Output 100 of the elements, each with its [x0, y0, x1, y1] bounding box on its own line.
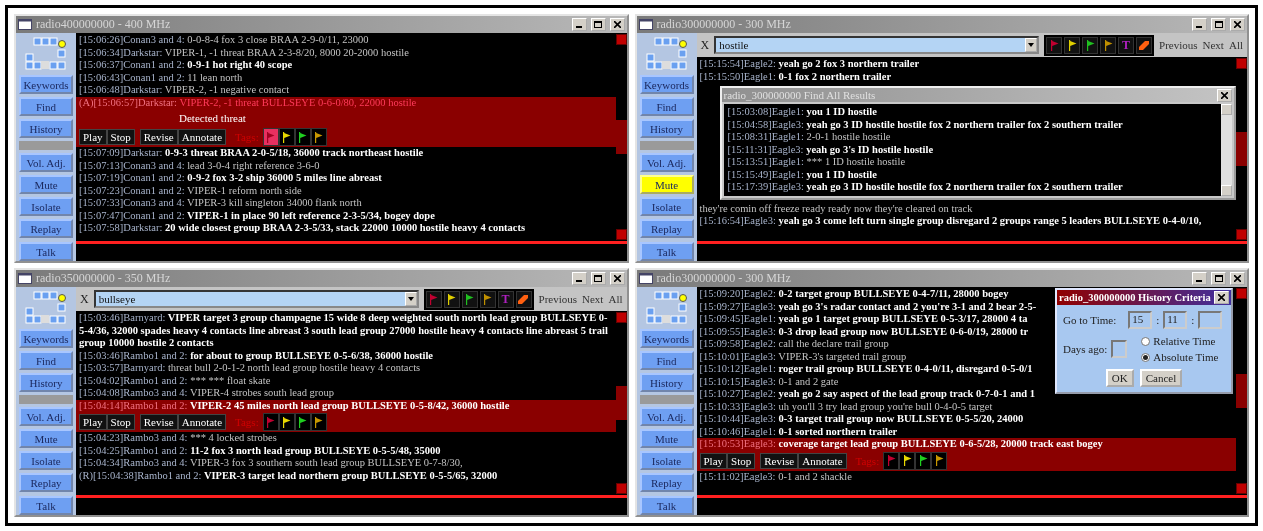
- talk-button[interactable]: Talk: [19, 496, 73, 515]
- talk-field[interactable]: [696, 241, 1247, 261]
- message-line[interactable]: [15:06:34]Darkstar: VIPER-1, -1 threat BRAA 2-3-8/20, 8000 20-2000 hostile: [79, 46, 613, 59]
- text-tag-button[interactable]: T: [1118, 36, 1135, 54]
- message-line[interactable]: [15:15:49]Eagle1: you 1 ID hostile: [727, 168, 1217, 181]
- scrollbar[interactable]: [1236, 287, 1247, 495]
- tag-button[interactable]: [461, 290, 478, 308]
- action-button[interactable]: Stop: [106, 414, 135, 430]
- message-line[interactable]: (A)[15:06:57]Darkstar: VIPER-2, -1 threat BULLSEYE 0-6-0/80, 22000 hostile: [79, 96, 613, 109]
- sidebar-button[interactable]: Vol. Adj.: [19, 153, 73, 172]
- message-line[interactable]: [15:06:43]Conan1 and 2: 11 lean north: [79, 71, 613, 84]
- message-line[interactable]: [15:08:31]Eagle1: 2-0-1 hostile hostile: [727, 131, 1217, 144]
- message-line[interactable]: [15:15:54]Eagle2: yeah go 2 fox 3 northern trailer: [699, 58, 1233, 71]
- message-line[interactable]: [15:04:23]Rambo3 and 4: *** 4 locked strobes: [79, 432, 613, 445]
- minutes-field[interactable]: 11: [1163, 311, 1188, 329]
- message-line[interactable]: [15:10:44]Eagle3: 0-3 target trail group now BULLSEYE 0-5-5/20, 24000: [699, 413, 1233, 426]
- radio-option[interactable]: Absolute Time: [1141, 351, 1219, 363]
- tag-button[interactable]: [931, 451, 948, 470]
- message-line[interactable]: [15:07:33]Conan3 and 4: VIPER-3 kill singleton 34000 flank north: [79, 197, 613, 210]
- clear-search-button[interactable]: X: [80, 291, 89, 307]
- scrollbar-thumb[interactable]: [1236, 374, 1247, 408]
- message-line[interactable]: [15:04:02]Rambo1 and 2: *** *** float skate: [79, 374, 613, 387]
- talk-button[interactable]: Talk: [639, 496, 694, 515]
- message-line[interactable]: [15:04:08]Rambo3 and 4: VIPER-4 strobes south lead group: [79, 387, 613, 400]
- action-button[interactable]: Annotate: [798, 452, 847, 469]
- close-button[interactable]: [1230, 272, 1245, 285]
- clear-search-button[interactable]: X: [700, 37, 710, 53]
- sidebar-button[interactable]: Mute: [639, 429, 694, 448]
- sidebar-button[interactable]: Vol. Adj.: [639, 153, 694, 172]
- action-button[interactable]: Play: [79, 129, 107, 145]
- seconds-field[interactable]: [1198, 311, 1223, 329]
- action-button[interactable]: Stop: [727, 452, 756, 469]
- tag-button[interactable]: [1136, 36, 1153, 54]
- close-button[interactable]: [609, 272, 625, 285]
- sidebar-button[interactable]: Mute: [19, 175, 73, 194]
- message-line[interactable]: [15:10:46]Eagle1: 0-1 sorted northern trailer: [699, 425, 1233, 438]
- tag-button[interactable]: [479, 290, 496, 308]
- nav-link[interactable]: All: [1228, 39, 1243, 51]
- action-button[interactable]: Revise: [139, 129, 178, 145]
- scrollbar[interactable]: [615, 33, 627, 241]
- tag-button[interactable]: [899, 451, 916, 470]
- scrollbar[interactable]: [1236, 57, 1247, 241]
- message-line[interactable]: [15:17:39]Eagle3: yeah go 3 ID hostile hostile fox 2 northern trailer fox 2 southern trailer: [727, 181, 1217, 194]
- message-line[interactable]: [15:06:48]Darkstar: VIPER-2, -1 negative contact: [79, 84, 613, 97]
- talk-field[interactable]: [76, 241, 627, 261]
- maximize-button[interactable]: [590, 272, 606, 285]
- sidebar-button[interactable]: Replay: [19, 219, 73, 238]
- message-line[interactable]: [15:10:53]Eagle3: coverage target lead group BULLSEYE 0-6-5/28, 20000 track east bogey: [699, 438, 1233, 451]
- sidebar-button[interactable]: Keywords: [639, 75, 694, 94]
- message-line[interactable]: [15:07:09]Darkstar: 0-9-3 threat BRAA 2-0-5/18, 36000 track northeast hostile: [79, 147, 613, 160]
- selected-message-row[interactable]: [15:04:14]Rambo1 and 2: VIPER-2 45 miles north lead group BULLSEYE 0-5-8/42, 36000 hostile Play Stop Revise Annotate Tags:: [76, 399, 616, 432]
- search-field[interactable]: hostile: [714, 36, 1040, 54]
- minimize-button[interactable]: [571, 18, 587, 31]
- sidebar-button[interactable]: Keywords: [639, 329, 694, 348]
- sidebar-button[interactable]: Find: [19, 97, 73, 116]
- sidebar-button[interactable]: Keywords: [19, 75, 73, 94]
- message-line[interactable]: [15:07:47]Conan1 and 2: VIPER-1 in place 90 left reference 2-3-5/34, bogey dope: [79, 209, 613, 222]
- sidebar-button[interactable]: Find: [19, 351, 73, 370]
- scrollbar-thumb[interactable]: [615, 120, 627, 154]
- days-field[interactable]: [1111, 340, 1128, 358]
- message-line[interactable]: they're comin off freeze ready ready now they're cleared on track: [699, 202, 1233, 215]
- message-line[interactable]: [15:07:19]Conan1 and 2: 0-9-2 fox 3-2 ship 36000 5 miles line abreast: [79, 172, 613, 185]
- talk-field[interactable]: [76, 495, 627, 515]
- tag-button[interactable]: [443, 290, 460, 308]
- sidebar-button[interactable]: Find: [639, 351, 694, 370]
- sidebar-button[interactable]: History: [19, 373, 73, 392]
- message-line[interactable]: [15:16:54]Eagle3: yeah go 3 come left turn single group disregard 2 groups range 5 leaders BULLSEYE 0-4-0/10,: [699, 215, 1233, 228]
- action-button[interactable]: Stop: [106, 129, 135, 145]
- message-line[interactable]: [15:15:50]Eagle1: 0-1 fox 2 northern trailer: [699, 70, 1233, 83]
- message-line[interactable]: [15:04:34]Rambo3 and 4: VIPER-3 fox 3 southern south lead group BULLSEYE 0-7-8/30,: [79, 457, 613, 470]
- message-line[interactable]: [15:13:51]Eagle1: *** 1 ID hostile hostile: [727, 156, 1217, 169]
- message-line[interactable]: [15:04:58]Eagle3: yeah go 3 ID hostile hostile fox 2 northern trailer fox 2 southern trailer: [727, 118, 1217, 131]
- message-line[interactable]: [15:07:23]Conan1 and 2: VIPER-1 reform north side: [79, 184, 613, 197]
- minimize-button[interactable]: [1192, 18, 1207, 31]
- hours-field[interactable]: 15: [1128, 311, 1153, 329]
- close-button[interactable]: [1217, 88, 1232, 102]
- nav-link[interactable]: Previous: [538, 293, 578, 305]
- sidebar-button[interactable]: Replay: [639, 219, 694, 238]
- action-button[interactable]: Revise: [139, 414, 178, 430]
- sidebar-button[interactable]: Replay: [639, 473, 694, 492]
- message-line[interactable]: [15:03:08]Eagle1: you 1 ID hostile: [727, 106, 1217, 119]
- close-button[interactable]: [1230, 18, 1245, 31]
- message-line[interactable]: [15:06:37]Conan1 and 2: 0-9-1 hot right 40 scope: [79, 59, 613, 72]
- talk-button[interactable]: Talk: [639, 242, 694, 261]
- tag-button[interactable]: [915, 451, 932, 470]
- sidebar-button[interactable]: Mute: [639, 175, 694, 194]
- action-button[interactable]: Revise: [760, 452, 799, 469]
- action-button[interactable]: Play: [699, 452, 728, 469]
- sidebar-button[interactable]: Isolate: [19, 197, 73, 216]
- tag-button[interactable]: [1082, 36, 1099, 54]
- sidebar-button[interactable]: Vol. Adj.: [639, 407, 694, 426]
- maximize-button[interactable]: [1211, 272, 1226, 285]
- nav-link[interactable]: All: [608, 293, 623, 305]
- action-button[interactable]: Annotate: [177, 129, 227, 145]
- sidebar-button[interactable]: History: [19, 119, 73, 138]
- tag-button[interactable]: [515, 290, 532, 308]
- nav-link[interactable]: Next: [1202, 39, 1224, 51]
- action-button[interactable]: Annotate: [177, 414, 227, 430]
- message-line[interactable]: [15:10:33]Eagle3: uh you'll 3 try lead group you're bull 0-4-0-5 target: [699, 400, 1233, 413]
- maximize-button[interactable]: [590, 18, 606, 31]
